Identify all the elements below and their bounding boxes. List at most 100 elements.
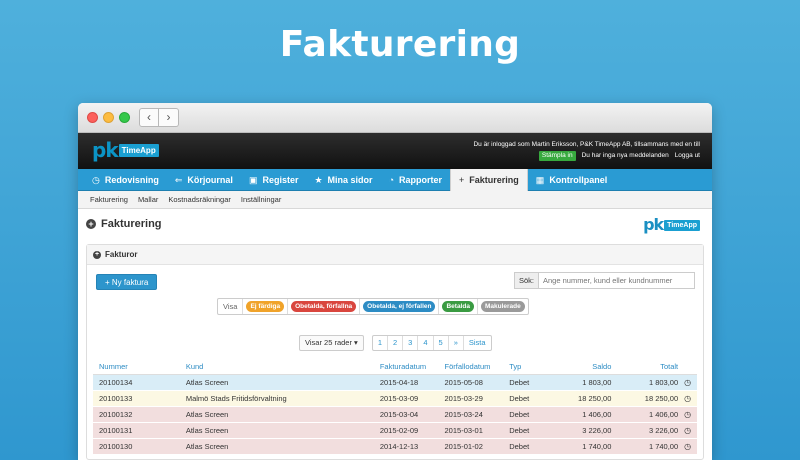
table-row[interactable]: 20100131 Atlas Screen 2015-02-09 2015-03-01… (93, 422, 697, 439)
cell-forfallodatum: 2015-03-24 (444, 406, 510, 423)
page-link[interactable]: 2 (387, 336, 402, 350)
messages-link[interactable]: Du har inga nya meddelanden (582, 151, 669, 161)
maximize-window-button[interactable] (119, 112, 130, 123)
logout-link[interactable]: Logga ut (675, 151, 700, 161)
cell-nummer: 20100133 (93, 390, 186, 407)
search-label: Sök: (513, 272, 538, 289)
app-header: pk TimeApp Du är inloggad som Martin Eri… (78, 133, 712, 169)
tab-label: Register (262, 175, 299, 185)
table-row[interactable]: 20100134 Atlas Screen 2015-04-18 2015-05-08… (93, 374, 697, 391)
clock-icon[interactable]: ◷ (684, 378, 691, 387)
tab-fakturering[interactable]: + Fakturering (450, 169, 528, 191)
col-header-typ[interactable]: Typ (509, 360, 547, 375)
cell-fakturadatum: 2015-02-09 (379, 422, 445, 439)
col-header-kund[interactable]: Kund (185, 360, 380, 375)
filter-item: Betalda (438, 299, 476, 314)
tab-kontrollpanel[interactable]: ▦ Kontrollpanel (528, 169, 616, 191)
table-header-row: Nummer Kund Fakturadatum Förfallodatum T… (93, 360, 697, 375)
page-title: Fakturering (101, 218, 162, 230)
main-tabs: ◷ Redovisning ⇐ Körjournal ▣ Register ★ Mina si… (78, 169, 712, 191)
page-link[interactable]: 5 (432, 336, 448, 350)
page-link[interactable]: 1 (373, 336, 387, 350)
subnav-item-inst-llningar[interactable]: Inställningar (241, 195, 281, 204)
cell-forfallodatum: 2015-01-02 (444, 438, 510, 455)
tab-k-rjournal[interactable]: ⇐ Körjournal (167, 169, 241, 191)
app-logo[interactable]: pk TimeApp (92, 140, 159, 160)
rows-per-page-dropdown[interactable]: Visar 25 rader ▾ (299, 335, 364, 351)
page-header: + Fakturering pk TimeApp (78, 209, 712, 241)
filter-item: Makulerade (476, 299, 528, 314)
forward-button[interactable]: › (159, 108, 179, 127)
cell-nummer: 20100134 (93, 374, 186, 391)
cell-kund: Atlas Screen (185, 438, 380, 455)
clock-icon[interactable]: ◷ (684, 394, 691, 403)
new-invoice-button[interactable]: + Ny faktura (96, 274, 158, 290)
tab-rapporter[interactable]: ◔ Rapporter (381, 169, 450, 191)
logo-timeapp-text: TimeApp (118, 143, 159, 157)
clock-icon[interactable]: ◷ (684, 410, 691, 419)
tab-register[interactable]: ▣ Register (241, 169, 307, 191)
filter-pill[interactable]: Ej färdiga (246, 301, 285, 312)
tab-redovisning[interactable]: ◷ Redovisning (84, 169, 167, 191)
filter-pill[interactable]: Makulerade (480, 301, 525, 312)
hero-title: Fakturering (279, 24, 521, 65)
subnav-item-kostnadsr-kningar[interactable]: Kostnadsräkningar (168, 195, 231, 204)
inbox-icon: ▣ (248, 174, 258, 185)
table-row[interactable]: 20100132 Atlas Screen 2015-03-04 2015-03-24… (93, 406, 697, 423)
cell-saldo: 1 406,00 (546, 406, 612, 423)
page-link[interactable]: » (447, 336, 463, 350)
cell-typ: Debet (509, 438, 547, 455)
cell-typ: Debet (509, 422, 547, 439)
browser-nav: ‹ › (139, 108, 179, 127)
minimize-window-button[interactable] (103, 112, 114, 123)
table-row[interactable]: 20100133 Malmö Stads Fritidsförvaltning 20… (93, 390, 697, 407)
pie-chart-icon: ◔ (388, 175, 394, 185)
subnav-item-fakturering[interactable]: Fakturering (90, 195, 128, 204)
cell-typ: Debet (509, 406, 547, 423)
cell-fakturadatum: 2014-12-13 (379, 438, 445, 455)
clock-icon: ◷ (92, 174, 100, 185)
stamp-in-button[interactable]: Stämpla in (538, 151, 576, 161)
cell-totalt: 1 406,00 (611, 406, 679, 423)
subnav-item-mallar[interactable]: Mallar (138, 195, 158, 204)
user-line: Du är inloggad som Martin Eriksson, P&K … (473, 141, 700, 148)
cell-saldo: 1 740,00 (546, 438, 612, 455)
user-info: Du är inloggad som Martin Eriksson, P&K … (473, 140, 700, 161)
cell-saldo: 3 226,00 (546, 422, 612, 439)
col-header-saldo[interactable]: Saldo (546, 360, 612, 375)
back-button[interactable]: ‹ (139, 108, 159, 127)
row-action-cell: ◷ (678, 406, 697, 423)
cell-typ: Debet (509, 374, 547, 391)
search-input[interactable] (538, 272, 695, 289)
col-header-totalt[interactable]: Totalt (611, 360, 679, 375)
tab-mina-sidor[interactable]: ★ Mina sidor (306, 169, 380, 191)
close-window-button[interactable] (87, 112, 98, 123)
tab-label: Mina sidor (327, 175, 373, 185)
col-header-nummer[interactable]: Nummer (93, 360, 186, 375)
page-link[interactable]: 3 (402, 336, 417, 350)
filter-pill[interactable]: Betalda (442, 301, 474, 312)
cell-totalt: 1 740,00 (611, 438, 679, 455)
status-filters: Visa Ej färdiga Obetalda, förfallna Obetald… (217, 298, 529, 315)
clock-icon[interactable]: ◷ (684, 442, 691, 451)
cell-typ: Debet (509, 390, 547, 407)
page-link[interactable]: 4 (417, 336, 432, 350)
tab-label: Fakturering (469, 175, 519, 185)
page-link[interactable]: Sista (462, 336, 491, 350)
clock-icon[interactable]: ◷ (684, 426, 691, 435)
filter-pill[interactable]: Obetalda, förfallna (291, 301, 357, 312)
cell-forfallodatum: 2015-05-08 (444, 374, 510, 391)
invoices-panel: + Fakturor + Ny faktura Sök: Visa Ej färd… (86, 244, 704, 460)
table-row[interactable]: 20100130 Atlas Screen 2014-12-13 2015-01-02… (93, 438, 697, 455)
filter-item: Ej färdiga (242, 299, 287, 314)
filter-pill[interactable]: Obetalda, ej förfallen (363, 301, 436, 312)
pagination: 1 2 3 4 5» Sista (371, 335, 492, 351)
cell-forfallodatum: 2015-03-29 (444, 390, 510, 407)
col-header-fakturadatum[interactable]: Fakturadatum (379, 360, 445, 375)
cell-fakturadatum: 2015-03-09 (379, 390, 445, 407)
sub-navigation: Fakturering Mallar Kostnadsräkningar Instäl… (78, 191, 712, 209)
col-header-forfallodatum[interactable]: Förfallodatum (444, 360, 510, 375)
row-action-cell: ◷ (678, 438, 697, 455)
logo-timeapp-text: TimeApp (664, 219, 700, 231)
page-title-wrap: + Fakturering (86, 218, 162, 230)
